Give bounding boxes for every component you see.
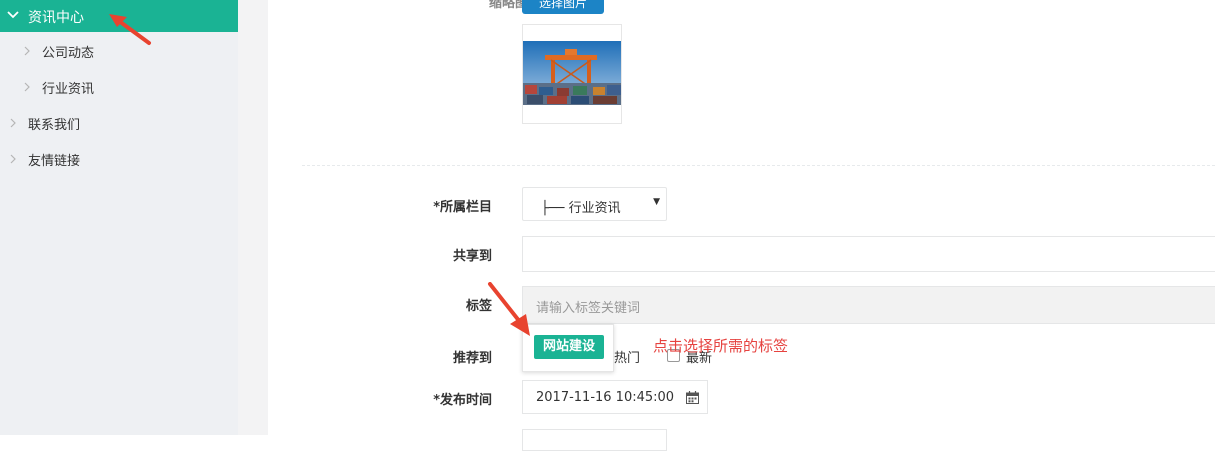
publish-time-value: 2017-11-16 10:45:00 [536,390,675,405]
sidebar-item-contact[interactable]: 联系我们 [8,113,228,133]
sidebar-item-industry-news[interactable]: 行业资讯 [22,77,222,97]
share-input[interactable] [522,236,1215,272]
chevron-right-icon [10,154,16,164]
tags-label: 标签 [465,299,492,314]
chevron-down-icon [7,11,19,19]
chevron-right-icon [24,82,30,92]
section-divider [302,165,1215,166]
sidebar-item-label: 公司动态 [42,46,95,61]
thumbnail-label: 缩略图 [488,0,528,11]
publish-time-label: *发布时间 [433,393,492,408]
sidebar-item-label: 行业资讯 [42,82,95,97]
next-field-input[interactable] [522,429,667,451]
recommend-label: 推荐到 [452,351,492,366]
sidebar-item-news-center[interactable]: 资讯中心 [0,0,238,32]
publish-time-input[interactable]: 2017-11-16 10:45:00 [522,380,708,414]
sidebar: 资讯中心 公司动态 行业资讯 联系我们 友情链接 [0,0,238,435]
content-gutter [238,0,268,435]
share-label: 共享到 [452,249,492,264]
thumbnail-image [523,41,621,105]
tags-input[interactable]: 请输入标签关键词 [522,286,1215,324]
caret-down-icon: ▼ [653,197,660,207]
main-form: 缩略图 选择图片 *所属栏目 ├── 行业资讯 ▼ 共享到 标签 请输入标签关键… [268,0,1215,451]
sidebar-item-label: 友情链接 [28,154,81,169]
category-select-value: ├── 行业资讯 [541,201,621,216]
tag-suggestion-popup: 网站建设 [522,324,614,372]
choose-image-button[interactable]: 选择图片 [522,0,604,14]
thumbnail-preview[interactable] [522,24,622,124]
category-select[interactable]: ├── 行业资讯 ▼ [522,187,667,221]
checkbox-label-hot: 热门 [614,351,641,366]
chevron-right-icon [10,118,16,128]
chevron-right-icon [24,46,30,56]
annotation-hint: 点击选择所需的标签 [653,337,789,355]
sidebar-item-label: 联系我们 [28,118,81,133]
tag-option-website-build[interactable]: 网站建设 [534,335,604,359]
sidebar-item-links[interactable]: 友情链接 [8,149,228,169]
sidebar-item-company-news[interactable]: 公司动态 [22,41,222,61]
category-label: *所属栏目 [433,200,492,215]
calendar-icon[interactable] [686,391,699,404]
sidebar-item-label: 资讯中心 [28,10,84,26]
tags-placeholder: 请输入标签关键词 [536,301,641,316]
